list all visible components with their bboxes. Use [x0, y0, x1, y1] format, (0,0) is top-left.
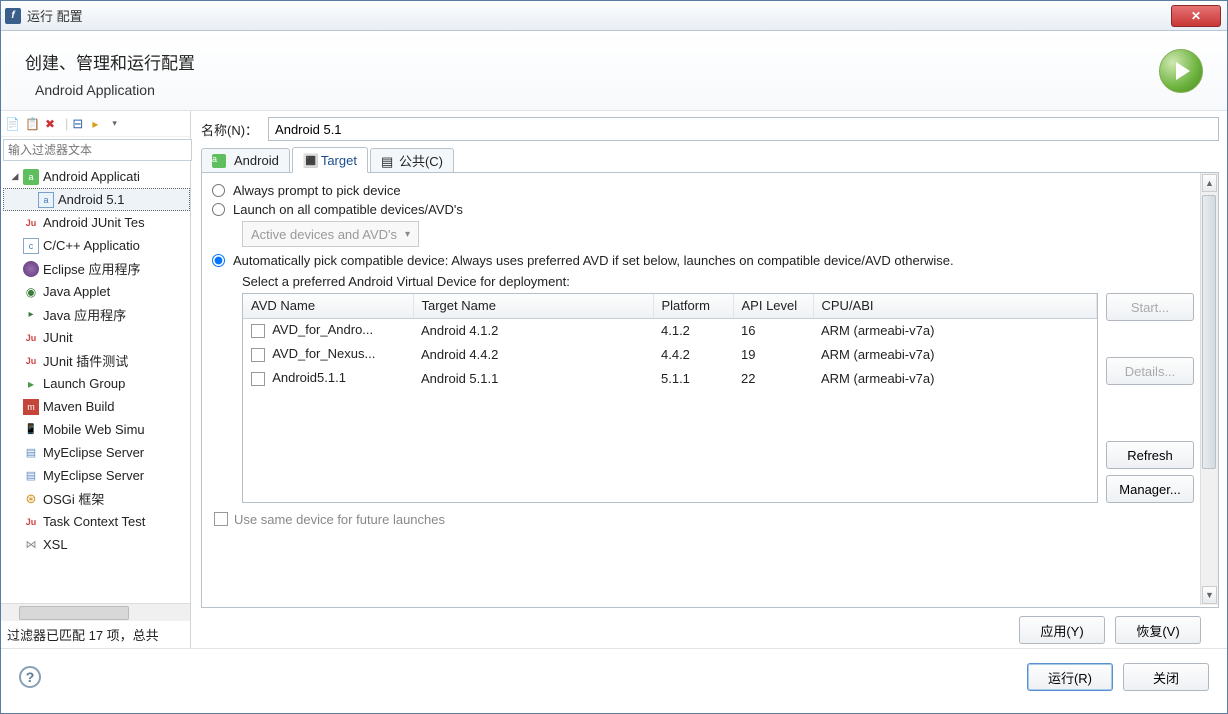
help-icon[interactable]: ? — [19, 666, 41, 688]
header-title: 创建、管理和运行配置 — [25, 49, 1159, 74]
close-button[interactable]: 关闭 — [1123, 663, 1209, 691]
left-toolbar: | ▾ — [1, 111, 190, 137]
apply-button[interactable]: 应用(Y) — [1019, 616, 1105, 644]
col-cpu[interactable]: CPU/ABI — [813, 294, 1097, 318]
common-icon: ▤ — [381, 154, 395, 168]
tree-item[interactable]: ◢Android Applicati — [3, 165, 190, 188]
titlebar: f 运行 配置 ✕ — [1, 1, 1227, 31]
manager-button[interactable]: Manager... — [1106, 475, 1194, 503]
header-sub: Android Application — [25, 82, 1159, 98]
target-icon: 🔳 — [303, 153, 317, 167]
tree-item[interactable]: C/C++ Applicatio — [3, 234, 190, 257]
refresh-button[interactable]: Refresh — [1106, 441, 1194, 469]
window-title: 运行 配置 — [27, 6, 1171, 25]
left-panel: | ▾ ◢Android ApplicatiAndroid 5.1Android… — [1, 111, 191, 648]
tree-item[interactable]: Task Context Test — [3, 510, 190, 533]
tab-target[interactable]: 🔳Target — [292, 147, 368, 173]
details-button[interactable]: Details... — [1106, 357, 1194, 385]
config-tree: ◢Android ApplicatiAndroid 5.1Android JUn… — [1, 163, 190, 603]
tree-item[interactable]: XSL — [3, 533, 190, 556]
col-platform[interactable]: Platform — [653, 294, 733, 318]
tab-android[interactable]: Android — [201, 148, 290, 172]
new-config-icon[interactable] — [5, 116, 21, 132]
name-input[interactable] — [268, 117, 1219, 141]
tree-item[interactable]: Launch Group — [3, 372, 190, 395]
table-row[interactable]: AVD_for_Nexus...Android 4.4.24.4.219ARM … — [243, 342, 1097, 366]
tree-item[interactable]: OSGi 框架 — [3, 487, 190, 510]
filter-input[interactable] — [3, 139, 192, 161]
right-panel: 名称(N)： Android 🔳Target ▤公共(C) Always pro… — [191, 111, 1227, 648]
close-icon[interactable]: ✕ — [1171, 5, 1221, 27]
start-button[interactable]: Start... — [1106, 293, 1194, 321]
col-api[interactable]: API Level — [733, 294, 813, 318]
avd-table[interactable]: AVD Name Target Name Platform API Level … — [242, 293, 1098, 503]
filter-icon[interactable] — [92, 116, 108, 132]
devices-combo: Active devices and AVD's — [242, 221, 419, 247]
tree-item[interactable]: MyEclipse Server — [3, 464, 190, 487]
header: 创建、管理和运行配置 Android Application — [1, 31, 1227, 111]
tree-item[interactable]: Android JUnit Tes — [3, 211, 190, 234]
tree-item[interactable]: Eclipse 应用程序 — [3, 257, 190, 280]
filter-status: 过滤器已匹配 17 项，总共 — [1, 621, 190, 648]
collapse-icon[interactable] — [72, 116, 88, 132]
app-icon: f — [5, 8, 21, 24]
tabs: Android 🔳Target ▤公共(C) — [201, 147, 1219, 173]
avd-select-label: Select a preferred Android Virtual Devic… — [242, 274, 1194, 289]
table-row[interactable]: Android5.1.1Android 5.1.15.1.122ARM (arm… — [243, 366, 1097, 390]
duplicate-icon[interactable] — [25, 116, 41, 132]
col-target[interactable]: Target Name — [413, 294, 653, 318]
run-button[interactable]: 运行(R) — [1027, 663, 1113, 691]
run-config-window: f 运行 配置 ✕ 创建、管理和运行配置 Android Application… — [0, 0, 1228, 714]
delete-icon[interactable] — [45, 116, 61, 132]
radio-launch-all[interactable]: Launch on all compatible devices/AVD's — [212, 202, 1194, 217]
v-scrollbar[interactable]: ▲ ▼ — [1200, 173, 1218, 605]
tree-item[interactable]: Java 应用程序 — [3, 303, 190, 326]
run-icon — [1159, 49, 1203, 93]
footer: ? 运行(R) 关闭 — [1, 649, 1227, 705]
revert-button[interactable]: 恢复(V) — [1115, 616, 1201, 644]
tree-item[interactable]: Android 5.1 — [3, 188, 190, 211]
table-row[interactable]: AVD_for_Andro...Android 4.1.24.1.216ARM … — [243, 318, 1097, 342]
radio-auto[interactable]: Automatically pick compatible device: Al… — [212, 253, 1194, 268]
tree-item[interactable]: Maven Build — [3, 395, 190, 418]
tree-item[interactable]: MyEclipse Server — [3, 441, 190, 464]
tree-item[interactable]: Java Applet — [3, 280, 190, 303]
tree-item[interactable]: JUnit — [3, 326, 190, 349]
name-label: 名称(N)： — [201, 120, 258, 139]
tab-common[interactable]: ▤公共(C) — [370, 148, 454, 172]
tree-item[interactable]: JUnit 插件测试 — [3, 349, 190, 372]
radio-always[interactable]: Always prompt to pick device — [212, 183, 1194, 198]
col-avd[interactable]: AVD Name — [243, 294, 413, 318]
tree-item[interactable]: Mobile Web Simu — [3, 418, 190, 441]
h-scrollbar[interactable] — [1, 603, 190, 621]
future-launches-checkbox[interactable]: Use same device for future launches — [214, 511, 1194, 527]
